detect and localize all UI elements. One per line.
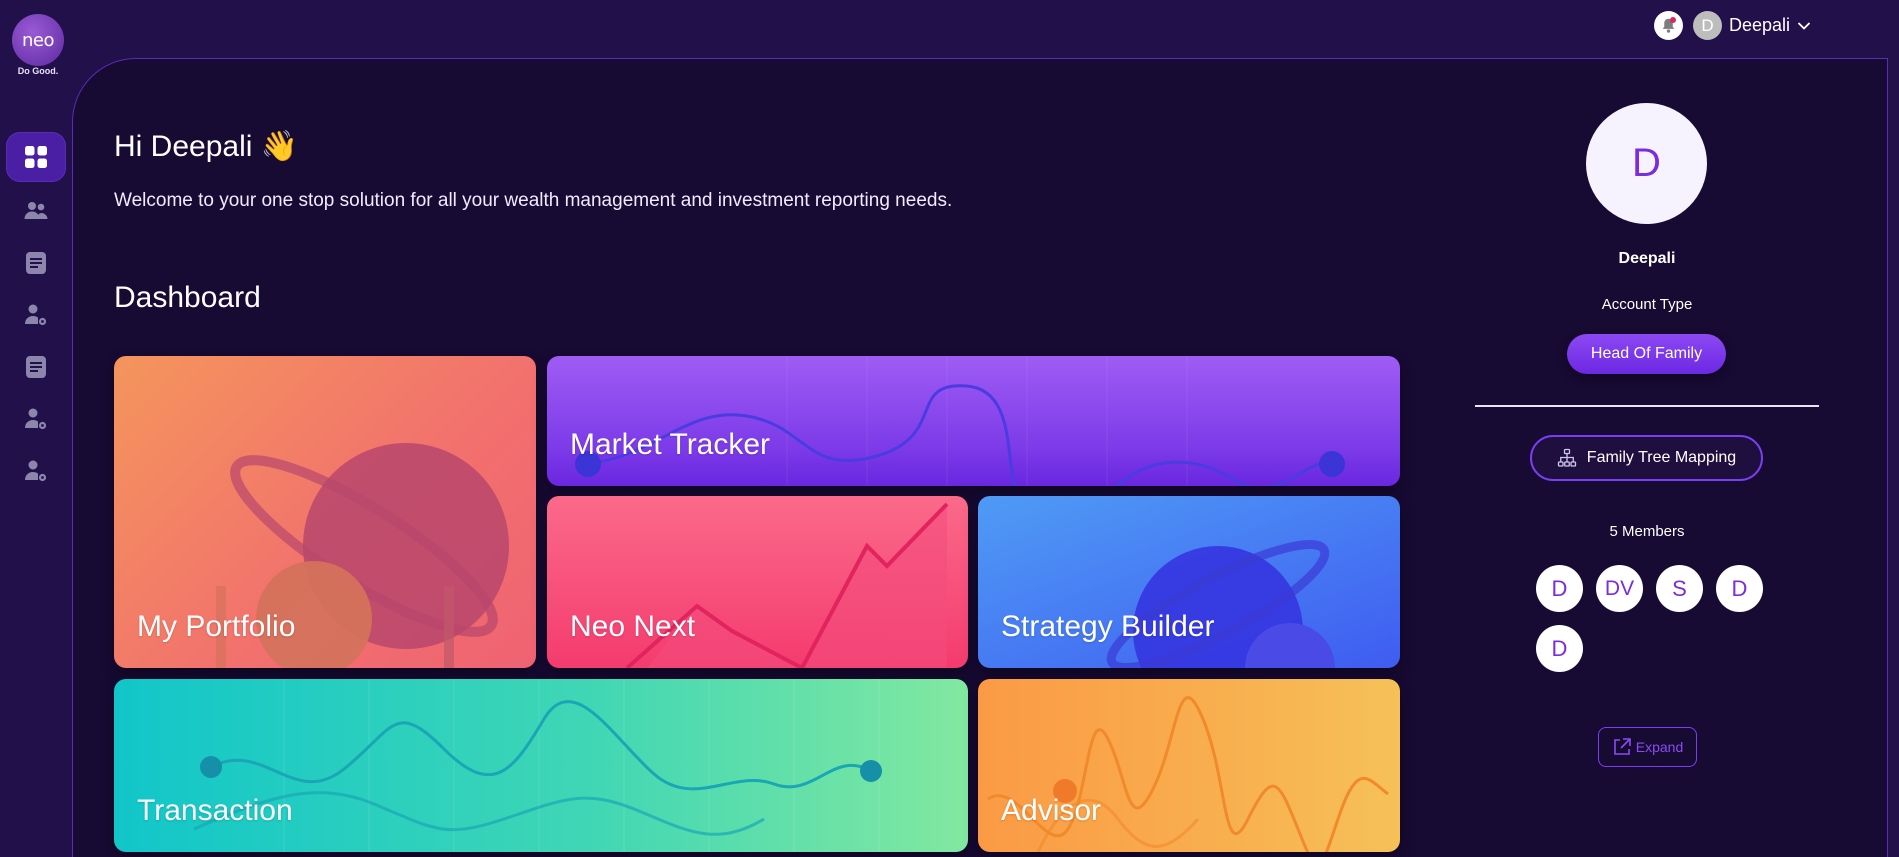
- members-count: 5 Members: [1609, 523, 1685, 540]
- member-avatar[interactable]: D: [1716, 565, 1763, 612]
- document-icon: [26, 356, 46, 378]
- card-label: Advisor: [1001, 794, 1102, 827]
- neo-logo[interactable]: neo: [12, 14, 64, 66]
- card-label: Market Tracker: [570, 428, 771, 461]
- card-market-tracker[interactable]: Market Tracker: [547, 356, 1400, 486]
- sidebar-item-reports[interactable]: [6, 238, 66, 288]
- sidebar-item-user-settings-3[interactable]: [6, 446, 66, 496]
- expand-button[interactable]: Expand: [1598, 727, 1697, 767]
- family-tree-label: Family Tree Mapping: [1586, 449, 1737, 466]
- account-type-label: Account Type: [1601, 296, 1693, 313]
- external-link-icon: [1613, 738, 1631, 755]
- profile-avatar: D: [1586, 103, 1707, 224]
- grid-icon: [25, 146, 47, 168]
- divider: [1475, 405, 1819, 407]
- notifications-button[interactable]: [1653, 11, 1683, 40]
- user-name: Deepali: [1728, 15, 1790, 35]
- user-gear-icon: [25, 408, 47, 430]
- top-bar-actions: D Deepali: [1653, 11, 1811, 40]
- card-label: Strategy Builder: [1001, 610, 1215, 643]
- card-my-portfolio[interactable]: My Portfolio: [114, 356, 536, 668]
- hierarchy-icon: [1557, 448, 1576, 467]
- main-content: Hi Deepali 👋 Welcome to your one stop so…: [72, 58, 1888, 857]
- sidebar-item-dashboard[interactable]: [6, 132, 66, 182]
- sidebar-item-statements[interactable]: [6, 342, 66, 392]
- card-transaction[interactable]: Transaction: [114, 679, 968, 852]
- member-avatar[interactable]: DV: [1596, 565, 1643, 612]
- chevron-down-icon: [1797, 21, 1811, 30]
- sidebar-item-user-settings[interactable]: [6, 290, 66, 340]
- page-title: Dashboard: [114, 281, 261, 314]
- greeting: Hi Deepali 👋: [114, 130, 299, 163]
- profile-panel: D Deepali Account Type Head Of Family Fa…: [1475, 59, 1819, 839]
- brand-tagline: Do Good.: [17, 66, 59, 76]
- user-gear-icon: [25, 460, 47, 482]
- member-avatar[interactable]: D: [1536, 625, 1583, 672]
- notification-dot: [1669, 17, 1676, 23]
- member-avatar[interactable]: S: [1656, 565, 1703, 612]
- member-avatar[interactable]: D: [1536, 565, 1583, 612]
- card-label: Transaction: [137, 794, 293, 827]
- wave-illustration: [575, 356, 1345, 486]
- document-icon: [26, 252, 46, 274]
- card-label: My Portfolio: [137, 610, 296, 643]
- expand-label: Expand: [1635, 739, 1684, 755]
- account-type-badge[interactable]: Head Of Family: [1567, 334, 1726, 374]
- user-menu[interactable]: D Deepali: [1692, 11, 1811, 40]
- avatar: D: [1692, 11, 1722, 40]
- users-icon: [24, 202, 48, 219]
- user-gear-icon: [25, 304, 47, 326]
- card-strategy-builder[interactable]: Strategy Builder: [978, 496, 1400, 668]
- sidebar: neo Do Good.: [0, 0, 72, 857]
- profile-name: Deepali: [1618, 250, 1676, 267]
- logo-text: neo: [22, 29, 55, 51]
- card-advisor[interactable]: Advisor: [978, 679, 1400, 852]
- sidebar-item-clients[interactable]: [6, 186, 66, 236]
- sidebar-item-user-settings-2[interactable]: [6, 394, 66, 444]
- card-neo-next[interactable]: Neo Next: [547, 496, 968, 668]
- family-tree-mapping-button[interactable]: Family Tree Mapping: [1530, 435, 1763, 481]
- card-label: Neo Next: [570, 610, 696, 643]
- welcome-text: Welcome to your one stop solution for al…: [114, 190, 953, 211]
